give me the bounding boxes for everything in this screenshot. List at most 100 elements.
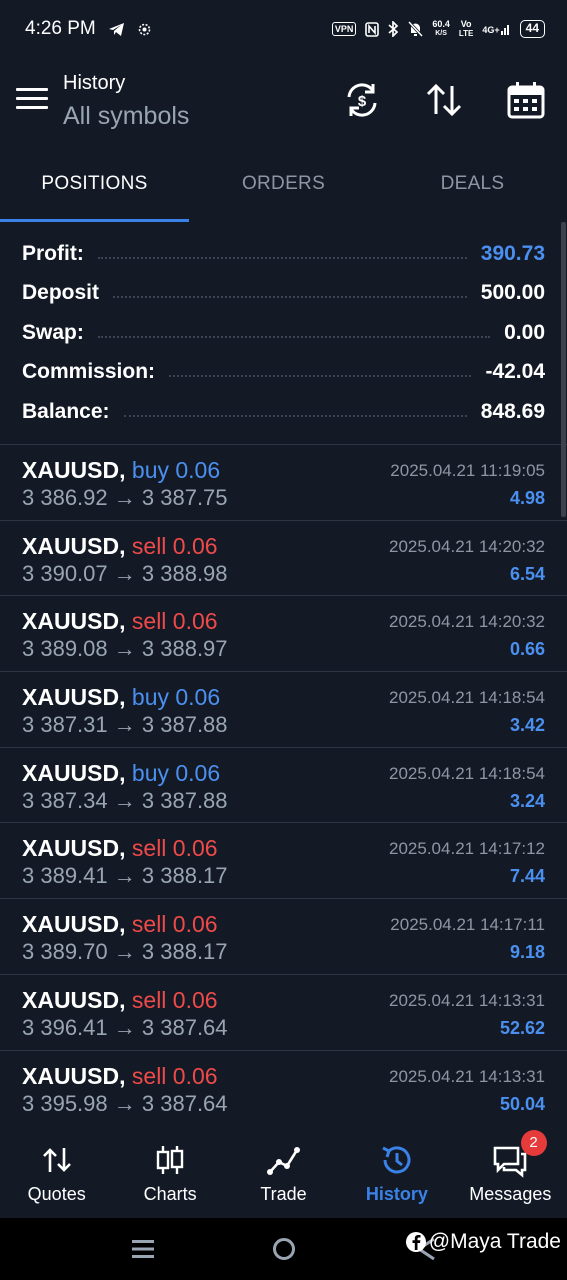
summary-label: Swap: [22, 320, 84, 344]
status-bar: 4:26 PM VPN 60.4 K/S Vo LTE 4G+ 44 [0, 0, 567, 58]
list-item[interactable]: XAUUSD, buy 0.06 3 386.92 → 3 387.75 202… [0, 445, 567, 521]
position-title: XAUUSD, sell 0.06 [22, 986, 218, 1013]
tab-positions[interactable]: POSITIONS [0, 148, 189, 222]
nav-label: History [365, 1184, 428, 1204]
nav-label: Messages [469, 1184, 552, 1204]
mute-bell-icon [408, 21, 424, 37]
position-title: XAUUSD, buy 0.06 [22, 684, 221, 711]
position-prices: 3 387.31 → 3 387.88 [22, 712, 228, 738]
position-type: sell 0.06 [131, 986, 218, 1013]
nfc-icon [365, 21, 380, 37]
position-profit: 0.66 [509, 639, 545, 660]
scrollbar[interactable] [561, 222, 566, 517]
trade-icon [266, 1147, 300, 1175]
position-prices: 3 387.34 → 3 387.88 [22, 787, 228, 813]
position-type: sell 0.06 [131, 1062, 218, 1089]
sort-icon[interactable] [424, 80, 464, 120]
summary-label: Profit: [22, 241, 84, 265]
position-prices: 3 395.98 → 3 387.64 [22, 1090, 228, 1116]
summary-row-swap: Swap: 0.00 [0, 313, 567, 353]
watermark: @Maya Trade [405, 1230, 561, 1254]
position-type: buy 0.06 [131, 759, 221, 786]
position-prices: 3 386.92 → 3 387.75 [22, 485, 228, 510]
position-profit: 6.54 [509, 563, 545, 584]
position-title: XAUUSD, sell 0.06 [22, 911, 218, 938]
system-navigation-bar: @Maya Trade [0, 1218, 567, 1280]
volte-indicator: Vo LTE [458, 19, 474, 39]
list-item[interactable]: XAUUSD, sell 0.06 3 389.08 → 3 388.97 20… [0, 596, 567, 673]
menu-button[interactable] [16, 88, 48, 112]
list-item[interactable]: XAUUSD, sell 0.06 3 390.07 → 3 388.98 20… [0, 521, 567, 597]
recent-apps-icon[interactable] [130, 1236, 156, 1262]
position-title: XAUUSD, sell 0.06 [22, 532, 218, 559]
telegram-icon [108, 22, 124, 36]
menu-icon-bar [16, 88, 48, 91]
summary-value: 390.73 [480, 241, 545, 265]
position-time: 2025.04.21 14:17:12 [389, 839, 545, 859]
summary-value: -42.04 [485, 360, 545, 384]
position-prices: 3 396.41 → 3 387.64 [22, 1014, 228, 1040]
summary-label: Balance: [22, 399, 110, 423]
dotted-leader [97, 256, 467, 259]
nav-trade[interactable]: Trade [227, 1130, 340, 1218]
list-item[interactable]: XAUUSD, sell 0.06 3 395.98 → 3 387.64 20… [0, 1051, 567, 1127]
list-item[interactable]: XAUUSD, buy 0.06 3 387.31 → 3 387.88 202… [0, 672, 567, 748]
vpn-icon: VPN [331, 22, 357, 36]
position-prices: 3 389.70 → 3 388.17 [22, 939, 228, 965]
position-title: XAUUSD, sell 0.06 [22, 1062, 218, 1089]
nav-label: Charts [143, 1184, 197, 1204]
list-item[interactable]: XAUUSD, sell 0.06 3 396.41 → 3 387.64 20… [0, 975, 567, 1051]
nav-quotes[interactable]: Quotes [0, 1130, 113, 1218]
position-time: 2025.04.21 11:19:05 [390, 461, 545, 480]
tab-orders[interactable]: ORDERS [189, 148, 378, 222]
history-tabs: POSITIONS ORDERS DEALS [0, 148, 567, 222]
position-profit: 50.04 [499, 1093, 545, 1114]
position-profit: 3.42 [509, 715, 545, 736]
position-type: sell 0.06 [131, 608, 218, 635]
list-item[interactable]: XAUUSD, buy 0.06 3 387.34 → 3 387.88 202… [0, 748, 567, 824]
position-time: 2025.04.21 14:20:32 [389, 612, 545, 632]
summary-value: 848.69 [480, 399, 545, 423]
signal-indicator: 4G+ [482, 23, 510, 35]
symbol-filter[interactable]: All symbols [63, 102, 189, 131]
position-time: 2025.04.21 14:13:31 [389, 1066, 545, 1086]
position-time: 2025.04.21 14:18:54 [389, 688, 545, 708]
tab-deals[interactable]: DEALS [378, 148, 567, 222]
currency-exchange-icon[interactable]: $ [342, 80, 382, 120]
position-profit: 52.62 [499, 1017, 545, 1038]
position-time: 2025.04.21 14:18:54 [389, 763, 545, 783]
position-time: 2025.04.21 14:17:11 [390, 915, 545, 935]
summary-value: 500.00 [480, 281, 545, 305]
bluetooth-icon [388, 21, 399, 37]
positions-list: XAUUSD, buy 0.06 3 386.92 → 3 387.75 202… [0, 445, 567, 1126]
active-tab-indicator [0, 219, 189, 222]
nav-messages[interactable]: 2 Messages [454, 1130, 567, 1218]
summary-label: Commission: [22, 360, 156, 384]
position-title: XAUUSD, buy 0.06 [22, 457, 221, 483]
summary-row-commission: Commission: -42.04 [0, 353, 567, 393]
position-type: buy 0.06 [131, 457, 221, 483]
settings-notification-icon [138, 23, 151, 35]
svg-text:$: $ [358, 93, 367, 110]
nav-history[interactable]: History [340, 1130, 453, 1218]
summary-panel: Profit: 390.73 Deposit 500.00 Swap: 0.00… [0, 234, 567, 432]
position-prices: 3 389.41 → 3 388.17 [22, 863, 228, 889]
summary-label: Deposit [22, 281, 100, 305]
home-icon[interactable] [271, 1236, 297, 1262]
page-title: History [63, 72, 126, 94]
position-time: 2025.04.21 14:13:31 [389, 990, 545, 1010]
facebook-icon [405, 1232, 426, 1252]
calendar-icon[interactable] [506, 80, 546, 120]
summary-value: 0.00 [504, 320, 545, 344]
list-item[interactable]: XAUUSD, sell 0.06 3 389.70 → 3 388.17 20… [0, 899, 567, 975]
position-title: XAUUSD, buy 0.06 [22, 759, 221, 786]
summary-row-balance: Balance: 848.69 [0, 392, 567, 432]
position-prices: 3 389.08 → 3 388.97 [22, 636, 228, 662]
network-speed: 60.4 K/S [432, 19, 450, 38]
dotted-leader [123, 414, 467, 417]
list-item[interactable]: XAUUSD, sell 0.06 3 389.41 → 3 388.17 20… [0, 823, 567, 900]
position-profit: 7.44 [509, 866, 545, 887]
nav-charts[interactable]: Charts [113, 1130, 226, 1218]
dotted-leader [169, 375, 472, 378]
unread-badge: 2 [520, 1130, 547, 1156]
